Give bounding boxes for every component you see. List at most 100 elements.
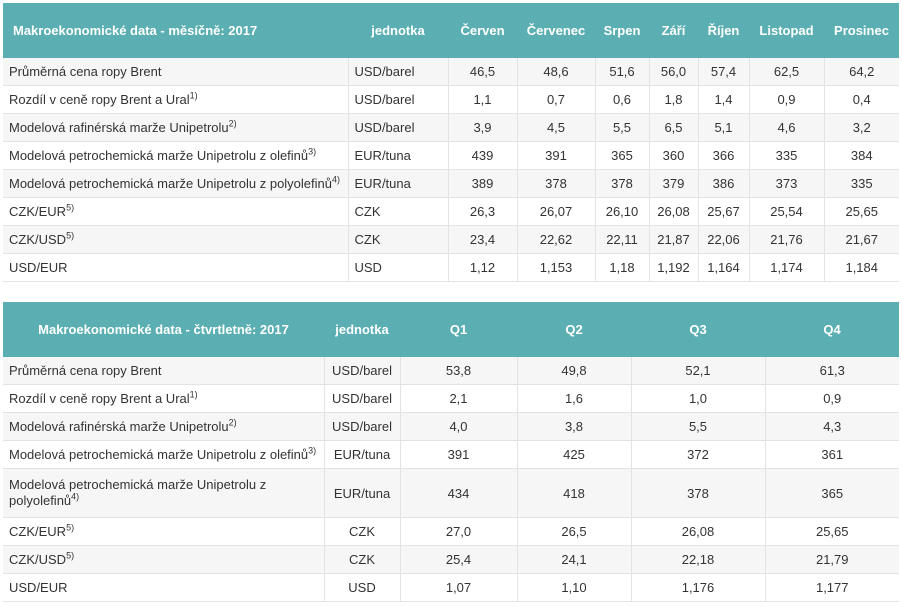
value-cell: 23,4 bbox=[448, 225, 518, 254]
row-label: Modelová rafinérská marže Unipetrolu2) bbox=[3, 412, 325, 441]
value-cell: 48,6 bbox=[517, 58, 596, 86]
value-cell: 4,5 bbox=[517, 113, 596, 142]
monthly-header-row: Makroekonomické data - měsíčně: 2017 jed… bbox=[3, 3, 899, 58]
month-column-header: Září bbox=[649, 3, 698, 58]
value-cell: 373 bbox=[749, 169, 825, 198]
table-row: Modelová petrochemická marže Unipetrolu … bbox=[3, 141, 899, 170]
value-cell: 26,10 bbox=[595, 197, 650, 226]
value-cell: 378 bbox=[595, 169, 650, 198]
value-cell: 57,4 bbox=[698, 58, 750, 86]
unit-column-header: jednotka bbox=[348, 3, 448, 58]
value-cell: 53,8 bbox=[400, 357, 518, 385]
quarterly-table-title: Makroekonomické data - čtvrtletně: 2017 bbox=[3, 302, 324, 357]
footnote-marker: 1) bbox=[189, 389, 198, 400]
row-label-text: Modelová petrochemická marže Unipetrolu … bbox=[9, 176, 332, 191]
monthly-macro-table: Makroekonomické data - měsíčně: 2017 jed… bbox=[3, 3, 899, 282]
value-cell: 4,6 bbox=[749, 113, 825, 142]
row-unit: USD/barel bbox=[324, 357, 401, 385]
value-cell: 26,07 bbox=[517, 197, 596, 226]
table-row: USD/EUR USD 1,12 1,153 1,18 1,192 1,164 1,174 1,… bbox=[3, 253, 899, 282]
value-cell: 49,8 bbox=[517, 357, 632, 385]
row-label-text: USD/EUR bbox=[9, 260, 68, 275]
value-cell: 365 bbox=[595, 141, 650, 170]
row-unit: USD bbox=[324, 573, 401, 602]
quarter-column-header: Q4 bbox=[765, 302, 899, 357]
row-label-text: CZK/EUR bbox=[9, 204, 67, 219]
month-column-header: Červen bbox=[448, 3, 517, 58]
value-cell: 1,0 bbox=[631, 384, 766, 413]
value-cell: 418 bbox=[517, 468, 632, 518]
value-cell: 366 bbox=[698, 141, 750, 170]
unit-column-header: jednotka bbox=[324, 302, 400, 357]
value-cell: 378 bbox=[631, 468, 766, 518]
table-row: Modelová rafinérská marže Unipetrolu2) US… bbox=[3, 113, 899, 142]
value-cell: 0,7 bbox=[517, 85, 596, 114]
table-row: Modelová petrochemická marže Unipetrolu … bbox=[3, 440, 899, 469]
value-cell: 26,08 bbox=[649, 197, 699, 226]
value-cell: 1,18 bbox=[595, 253, 650, 282]
value-cell: 1,153 bbox=[517, 253, 596, 282]
value-cell: 3,2 bbox=[824, 113, 899, 142]
value-cell: 3,8 bbox=[517, 412, 632, 441]
row-label: Modelová petrochemická marže Unipetrolu … bbox=[3, 468, 325, 518]
value-cell: 360 bbox=[649, 141, 699, 170]
table-row: CZK/USD5) CZK 23,4 22,62 22,11 21,87 22,06 21,7… bbox=[3, 225, 899, 254]
value-cell: 56,0 bbox=[649, 58, 699, 86]
row-label-text: Průměrná cena ropy Brent bbox=[9, 363, 162, 378]
row-unit: CZK bbox=[324, 517, 401, 546]
value-cell: 0,9 bbox=[749, 85, 825, 114]
row-label: CZK/EUR5) bbox=[3, 197, 349, 226]
row-unit: EUR/tuna bbox=[324, 440, 401, 469]
value-cell: 3,9 bbox=[448, 113, 518, 142]
value-cell: 335 bbox=[824, 169, 899, 198]
value-cell: 22,18 bbox=[631, 545, 766, 574]
value-cell: 25,4 bbox=[400, 545, 518, 574]
month-column-header: Prosinec bbox=[824, 3, 899, 58]
row-unit: CZK bbox=[348, 197, 449, 226]
row-unit: EUR/tuna bbox=[348, 141, 449, 170]
row-label: Průměrná cena ropy Brent bbox=[3, 357, 325, 385]
value-cell: 389 bbox=[448, 169, 518, 198]
value-cell: 52,1 bbox=[631, 357, 766, 385]
row-label: Modelová petrochemická marže Unipetrolu … bbox=[3, 440, 325, 469]
table-row: Modelová petrochemická marže Unipetrolu … bbox=[3, 169, 899, 198]
footnote-marker: 5) bbox=[66, 550, 75, 561]
footnote-marker: 3) bbox=[308, 445, 317, 456]
value-cell: 22,06 bbox=[698, 225, 750, 254]
value-cell: 1,174 bbox=[749, 253, 825, 282]
value-cell: 26,3 bbox=[448, 197, 518, 226]
value-cell: 1,07 bbox=[400, 573, 518, 602]
value-cell: 4,3 bbox=[765, 412, 899, 441]
value-cell: 1,4 bbox=[698, 85, 750, 114]
month-column-header: Říjen bbox=[698, 3, 749, 58]
value-cell: 26,08 bbox=[631, 517, 766, 546]
value-cell: 1,176 bbox=[631, 573, 766, 602]
row-label: CZK/USD5) bbox=[3, 225, 349, 254]
value-cell: 64,2 bbox=[824, 58, 899, 86]
value-cell: 425 bbox=[517, 440, 632, 469]
value-cell: 25,65 bbox=[765, 517, 899, 546]
table-row: CZK/USD5) CZK 25,4 24,1 22,18 21,79 bbox=[3, 545, 899, 574]
row-label-text: Modelová petrochemická marže Unipetrolu … bbox=[9, 447, 309, 462]
value-cell: 22,11 bbox=[595, 225, 650, 254]
row-label-text: CZK/EUR bbox=[9, 524, 67, 539]
row-unit: EUR/tuna bbox=[348, 169, 449, 198]
row-label-text: Rozdíl v ceně ropy Brent a Ural bbox=[9, 92, 190, 107]
row-label: CZK/USD5) bbox=[3, 545, 325, 574]
value-cell: 24,1 bbox=[517, 545, 632, 574]
row-unit: USD/barel bbox=[348, 113, 449, 142]
value-cell: 361 bbox=[765, 440, 899, 469]
footnote-marker: 3) bbox=[308, 146, 317, 157]
value-cell: 61,3 bbox=[765, 357, 899, 385]
value-cell: 1,8 bbox=[649, 85, 699, 114]
value-cell: 51,6 bbox=[595, 58, 650, 86]
value-cell: 384 bbox=[824, 141, 899, 170]
value-cell: 21,79 bbox=[765, 545, 899, 574]
month-column-header: Listopad bbox=[749, 3, 824, 58]
monthly-table-title: Makroekonomické data - měsíčně: 2017 bbox=[3, 3, 348, 58]
value-cell: 391 bbox=[517, 141, 596, 170]
row-label: Modelová petrochemická marže Unipetrolu … bbox=[3, 169, 349, 198]
month-column-header: Červenec bbox=[517, 3, 595, 58]
row-label: Rozdíl v ceně ropy Brent a Ural1) bbox=[3, 85, 349, 114]
value-cell: 21,76 bbox=[749, 225, 825, 254]
